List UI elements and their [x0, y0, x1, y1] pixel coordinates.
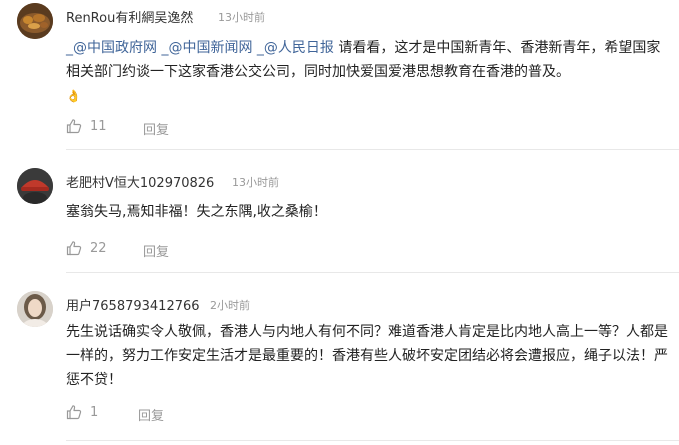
username[interactable]: 用户7658793412766 — [66, 295, 200, 314]
red-cap-avatar-image — [17, 168, 53, 204]
timestamp: 13小时前 — [232, 176, 279, 189]
like-count: 22 — [90, 240, 107, 256]
divider — [66, 272, 679, 273]
comment-text: 塞翁失马,焉知非福！失之东隅,收之桑榆！ — [66, 204, 327, 220]
avatar[interactable] — [17, 291, 53, 327]
thumbs-up-icon — [66, 241, 82, 256]
like-button[interactable]: 22 — [66, 240, 107, 256]
reply-button[interactable]: 回复 — [138, 405, 164, 424]
like-button[interactable]: 11 — [66, 118, 107, 134]
mention-link[interactable]: _@人民日报 — [257, 40, 334, 56]
timestamp: 13小时前 — [218, 11, 265, 24]
divider — [66, 149, 679, 150]
ok-hand-emoji: 👌 — [66, 89, 81, 103]
portrait-avatar-image — [17, 291, 53, 327]
divider — [66, 440, 679, 441]
like-count: 1 — [90, 404, 99, 420]
avatar[interactable] — [17, 168, 53, 204]
thumbs-up-icon — [66, 119, 82, 134]
thumbs-up-icon — [66, 405, 82, 420]
comment-text: _@中国政府网 _@中国新闻网 _@人民日报 请看看，这才是中国新青年、香港新青… — [66, 36, 666, 108]
mention-link[interactable]: _@中国政府网 — [66, 40, 157, 56]
like-button[interactable]: 1 — [66, 404, 98, 420]
timestamp: 2小时前 — [210, 299, 250, 312]
username[interactable]: RenRou有利網吴逸然 — [66, 7, 193, 26]
avatar[interactable] — [17, 3, 53, 39]
comment-text: 先生说话确实令人敬佩，香港人与内地人有何不同？难道香港人肯定是比内地人高上一等？… — [66, 324, 668, 388]
username[interactable]: 老肥村V恒大102970826 — [66, 172, 214, 191]
reply-button[interactable]: 回复 — [143, 119, 169, 138]
like-count: 11 — [90, 118, 107, 134]
reply-button[interactable]: 回复 — [143, 241, 169, 260]
food-avatar-image — [17, 3, 53, 39]
mention-link[interactable]: _@中国新闻网 — [161, 40, 252, 56]
